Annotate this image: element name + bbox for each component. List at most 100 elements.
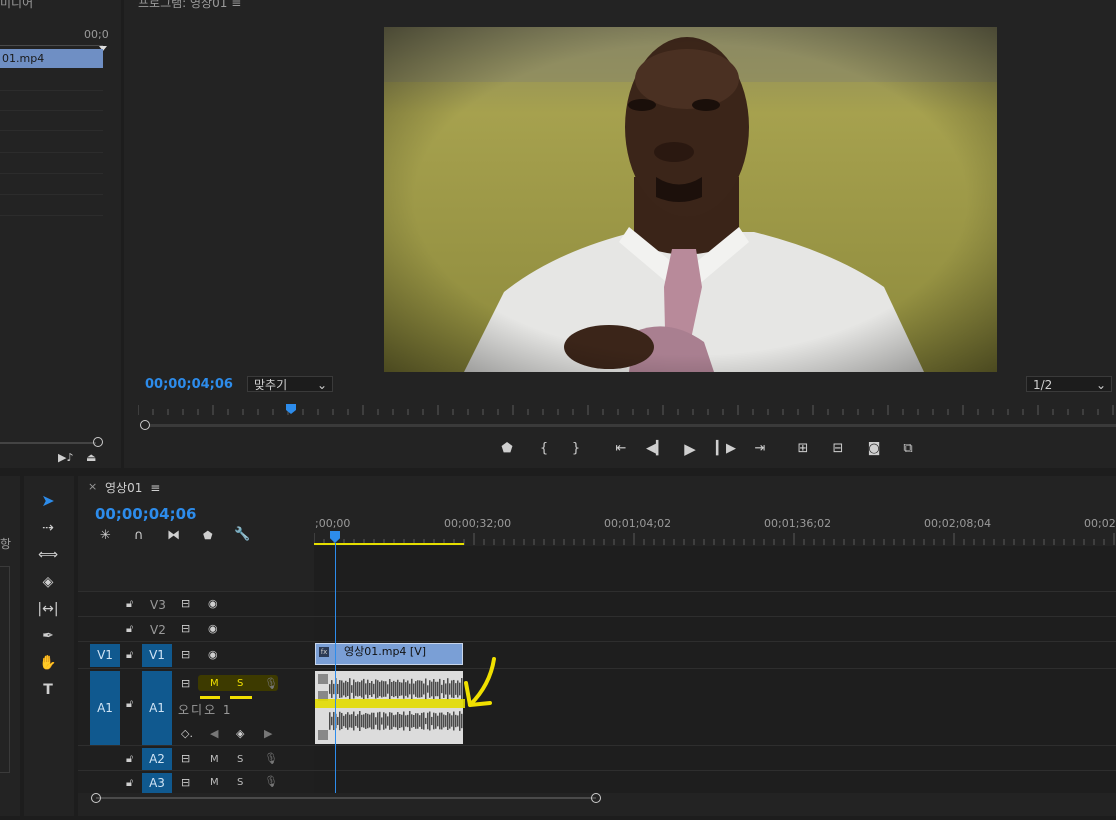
source-patch-a1[interactable]: A1 [90,671,120,745]
source-patch-v1[interactable]: V1 [90,644,120,667]
timeline-scrollbar[interactable] [96,797,596,799]
scroll-handle-left[interactable] [91,793,101,803]
insert-icon[interactable]: ▶♪ [58,451,73,464]
track-header-a2: 🔓︎ A2 ⊟ M S 🎙︎ [78,745,314,771]
wrench-settings-icon[interactable]: 🔧 [234,527,250,542]
video-clip[interactable]: fx 영상01.mp4 [V] [315,643,463,665]
nest-toggle-icon[interactable]: ✳ [100,528,111,543]
go-to-in-button[interactable]: ⇤ [610,438,632,460]
step-forward-button[interactable]: ▎▶ [715,438,737,460]
eye-icon[interactable]: ◉ [208,597,218,610]
track-lane-v2[interactable] [314,616,1116,642]
solo-button[interactable]: S [237,678,243,689]
microphone-icon[interactable]: 🎙︎ [264,677,278,690]
annotation-underline [230,696,252,699]
lock-icon[interactable]: 🔓︎ [126,697,133,711]
slip-tool-icon[interactable]: |↔| [36,598,60,620]
sequence-tab[interactable]: 영상01 ≡ [105,479,160,496]
monitor-zoom-bar[interactable] [150,424,1116,427]
lift-button[interactable]: ⊞ [792,438,814,460]
work-area-bar[interactable] [314,543,464,545]
lock-icon[interactable]: 🔓︎ [126,648,133,662]
camera-icon[interactable]: ◙ [863,438,885,460]
track-target-a2[interactable]: A2 [142,748,172,770]
mark-out-button[interactable]: } [565,438,587,460]
sequence-name: 영상01 [105,481,143,495]
fx-badge-icon: fx [319,647,329,657]
track-lane-a2[interactable] [314,745,1116,771]
selection-tool-icon[interactable]: ➤ [36,490,60,512]
track-lane-a3[interactable] [314,770,1116,793]
close-tab-icon[interactable]: × [88,480,97,493]
razor-tool-icon[interactable]: ◈ [36,571,60,593]
program-timecode[interactable]: 00;00;04;06 [145,377,233,392]
program-video-frame [384,27,997,372]
sync-lock-icon[interactable]: ⊟ [181,597,190,610]
next-keyframe-icon[interactable]: ▶ [264,727,272,740]
ripple-edit-tool-icon[interactable]: ⟺ [36,544,60,566]
track-select-tool-icon[interactable]: ⇢ [36,517,60,539]
track-target-a1[interactable]: A1 [142,671,172,745]
add-marker-icon[interactable]: ⬟ [203,529,213,542]
sync-lock-icon[interactable]: ⊟ [181,752,190,765]
go-to-out-button[interactable]: ⇥ [749,438,771,460]
menu-icon[interactable]: ≡ [150,481,160,495]
ruler-line [0,45,103,46]
sync-lock-icon[interactable]: ⊟ [181,776,190,789]
track-target-v1[interactable]: V1 [142,644,172,667]
hand-tool-icon[interactable]: ✋ [36,652,60,674]
ruler-label: 00;01;36;02 [764,517,832,530]
add-marker-button[interactable]: ⬟ [496,438,518,460]
lock-icon[interactable]: 🔓︎ [126,622,133,636]
sync-lock-icon[interactable]: ⊟ [181,677,190,690]
microphone-icon[interactable]: 🎙︎ [264,775,278,788]
annotation-underline [200,696,220,699]
playback-resolution-dropdown[interactable]: 1/2 ⌄ [1026,376,1112,392]
add-keyframe-icon[interactable]: ◈ [236,727,244,740]
scroll-handle[interactable] [93,437,103,447]
play-button[interactable]: ▶ [679,438,701,460]
lock-icon[interactable]: 🔓︎ [126,752,133,766]
prev-keyframe-icon[interactable]: ◀ [210,727,218,740]
ruler-label: 00;00;32;00 [444,517,512,530]
sync-lock-icon[interactable]: ⊟ [181,622,190,635]
project-scrollbar[interactable] [0,442,96,444]
scroll-handle-right[interactable] [591,793,601,803]
mute-button[interactable]: M [210,678,219,689]
mark-in-button[interactable]: { [533,438,555,460]
type-tool-icon[interactable]: T [36,679,60,701]
resolution-label: 1/2 [1033,378,1053,392]
playhead-line[interactable] [335,543,336,793]
annotation-arrow [462,655,502,715]
microphone-icon[interactable]: 🎙︎ [264,752,278,765]
track-target-a3[interactable]: A3 [142,773,172,793]
eye-icon[interactable]: ◉ [208,622,218,635]
eye-icon[interactable]: ◉ [208,648,218,661]
track-name-a1: 오디오 1 [178,703,233,717]
volume-keyframe-icon[interactable]: ◇. [181,727,193,740]
lock-icon[interactable]: 🔓︎ [126,776,133,790]
snap-magnet-icon[interactable]: ∩ [134,528,144,543]
monitor-time-ruler[interactable] [137,405,1116,417]
fit-label: 맞추기 [254,378,288,392]
lock-icon[interactable]: 🔓︎ [126,597,133,611]
track-label-v3: V3 [150,598,166,612]
zoom-fit-dropdown[interactable]: 맞추기 ⌄ [247,376,333,392]
overwrite-icon[interactable]: ⏏ [86,451,96,464]
solo-button[interactable]: S [237,754,243,765]
sync-lock-icon[interactable]: ⊟ [181,648,190,661]
empty-track-area [314,546,1116,591]
track-lane-v3[interactable] [314,591,1116,617]
pen-tool-icon[interactable]: ✒ [36,625,60,647]
extract-button[interactable]: ⊟ [827,438,849,460]
solo-button[interactable]: S [237,777,243,788]
mute-button[interactable]: M [210,754,219,765]
comparison-view-icon[interactable]: ⧉ [897,438,919,460]
monitor-title: 프로그램: 영상01 ≡ [138,0,241,11]
step-back-button[interactable]: ◀▎ [645,438,667,460]
zoom-handle[interactable] [140,420,150,430]
linked-selection-icon[interactable]: ⧓ [167,528,180,543]
mute-button[interactable]: M [210,777,219,788]
project-clip-item[interactable]: 01.mp4 [0,49,103,68]
timeline-timecode[interactable]: 00;00;04;06 [95,505,197,523]
